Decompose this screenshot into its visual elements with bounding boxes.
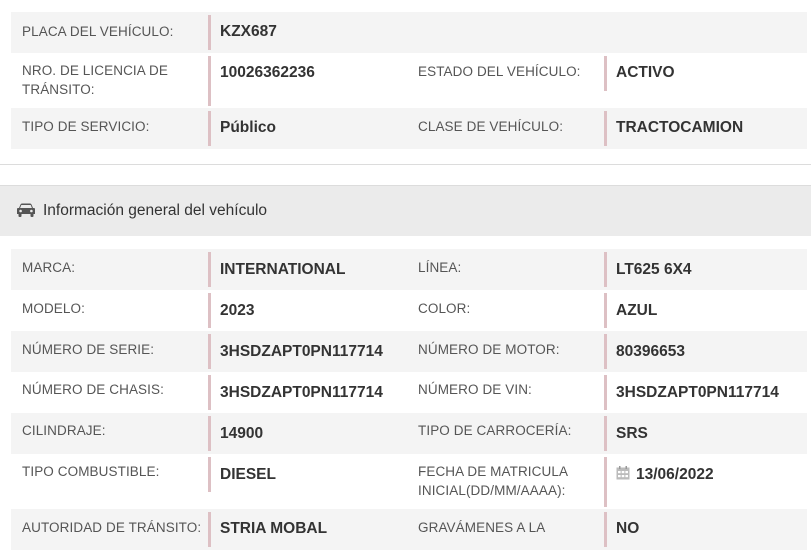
combustible-value: DIESEL	[220, 466, 276, 483]
value-divider	[604, 457, 607, 507]
vin-value: 3HSDZAPT0PN117714	[616, 384, 779, 401]
value-divider	[604, 293, 607, 328]
autoridad-value: STRIA MOBAL	[220, 520, 328, 537]
value-divider	[208, 457, 211, 492]
placa-value: KZX687	[220, 23, 277, 40]
value-divider	[208, 111, 211, 146]
row-placa: PLACA DEL VEHÍCULO: KZX687	[11, 12, 807, 53]
section-divider	[0, 164, 811, 165]
licencia-value: 10026362236	[220, 64, 315, 81]
section-header-general-info[interactable]: Información general del vehículo	[0, 185, 811, 236]
fecha-value: 13/06/2022	[636, 466, 714, 483]
section-title: Información general del vehículo	[43, 202, 268, 219]
chasis-value: 3HSDZAPT0PN117714	[220, 384, 383, 401]
value-divider	[208, 512, 211, 547]
value-divider	[208, 56, 211, 106]
gravamenes-label: GRAVÁMENES A LA	[418, 520, 546, 535]
combustible-label: TIPO COMBUSTIBLE:	[22, 464, 160, 479]
motor-value: 80396653	[616, 343, 685, 360]
row-servicio: TIPO DE SERVICIO: Público CLASE DE VEHÍC…	[11, 108, 807, 149]
placa-label: PLACA DEL VEHÍCULO:	[22, 24, 174, 39]
row-licencia: NRO. DE LICENCIA DE TRÁNSITO: 1002636223…	[11, 53, 807, 108]
gravamenes-value: NO	[616, 520, 640, 537]
licencia-label: NRO. DE LICENCIA DE TRÁNSITO:	[22, 63, 168, 97]
estado-label: ESTADO DEL VEHÍCULO:	[418, 64, 581, 79]
servicio-label: TIPO DE SERVICIO:	[22, 119, 150, 134]
color-value: AZUL	[616, 302, 658, 319]
marca-value: INTERNATIONAL	[220, 261, 346, 278]
value-divider	[604, 334, 607, 369]
car-icon	[17, 203, 35, 217]
marca-label: MARCA:	[22, 260, 76, 275]
value-divider	[604, 56, 607, 91]
row-combustible: TIPO COMBUSTIBLE: DIESEL FECHA DE MATRIC…	[11, 454, 807, 509]
value-divider	[604, 512, 607, 547]
value-divider	[208, 293, 211, 328]
row-cilindraje: CILINDRAJE: 14900 TIPO DE CARROCERÍA: SR…	[11, 413, 807, 454]
cilindraje-value: 14900	[220, 425, 264, 442]
row-marca: MARCA: INTERNATIONAL LÍNEA: LT625 6X4	[11, 249, 807, 290]
modelo-label: MODELO:	[22, 301, 85, 316]
row-autoridad: AUTORIDAD DE TRÁNSITO: STRIA MOBAL GRAVÁ…	[11, 509, 807, 550]
carroceria-value: SRS	[616, 425, 648, 442]
value-divider	[208, 252, 211, 287]
value-divider	[208, 375, 211, 410]
value-divider	[604, 416, 607, 451]
carroceria-label: TIPO DE CARROCERÍA:	[418, 423, 572, 438]
servicio-value: Público	[220, 119, 276, 136]
fecha-value-wrap: 13/06/2022	[616, 466, 714, 484]
linea-value: LT625 6X4	[616, 261, 692, 278]
value-divider	[604, 375, 607, 410]
cilindraje-label: CILINDRAJE:	[22, 423, 106, 438]
value-divider	[208, 15, 211, 50]
motor-label: NÚMERO DE MOTOR:	[418, 342, 560, 357]
fecha-label: FECHA DE MATRICULA INICIAL(DD/MM/AAAA):	[418, 464, 568, 498]
value-divider	[208, 416, 211, 451]
row-modelo: MODELO: 2023 COLOR: AZUL	[11, 290, 807, 331]
serie-label: NÚMERO DE SERIE:	[22, 342, 155, 357]
clase-value: TRACTOCAMION	[616, 119, 744, 136]
chasis-label: NÚMERO DE CHASIS:	[22, 382, 164, 397]
estado-value: ACTIVO	[616, 64, 675, 81]
color-label: COLOR:	[418, 301, 471, 316]
modelo-value: 2023	[220, 302, 255, 319]
value-divider	[604, 111, 607, 146]
value-divider	[604, 252, 607, 287]
value-divider	[208, 334, 211, 369]
row-serie: NÚMERO DE SERIE: 3HSDZAPT0PN117714 NÚMER…	[11, 331, 807, 372]
linea-label: LÍNEA:	[418, 260, 462, 275]
vin-label: NÚMERO DE VIN:	[418, 382, 532, 397]
clase-label: CLASE DE VEHÍCULO:	[418, 119, 564, 134]
serie-value: 3HSDZAPT0PN117714	[220, 343, 383, 360]
row-chasis: NÚMERO DE CHASIS: 3HSDZAPT0PN117714 NÚME…	[11, 372, 807, 413]
calendar-icon	[616, 466, 630, 480]
autoridad-label: AUTORIDAD DE TRÁNSITO:	[22, 520, 202, 535]
